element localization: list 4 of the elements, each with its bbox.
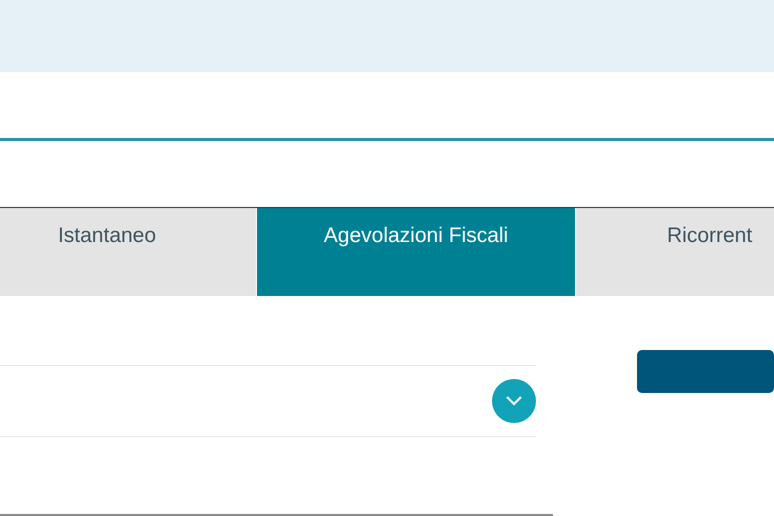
tab[interactable]: Istantaneo (0, 208, 256, 296)
tab[interactable]: Agevolazioni Fiscali (256, 208, 575, 296)
select-field[interactable] (0, 365, 536, 437)
tab[interactable]: Ricorrent (575, 208, 774, 296)
